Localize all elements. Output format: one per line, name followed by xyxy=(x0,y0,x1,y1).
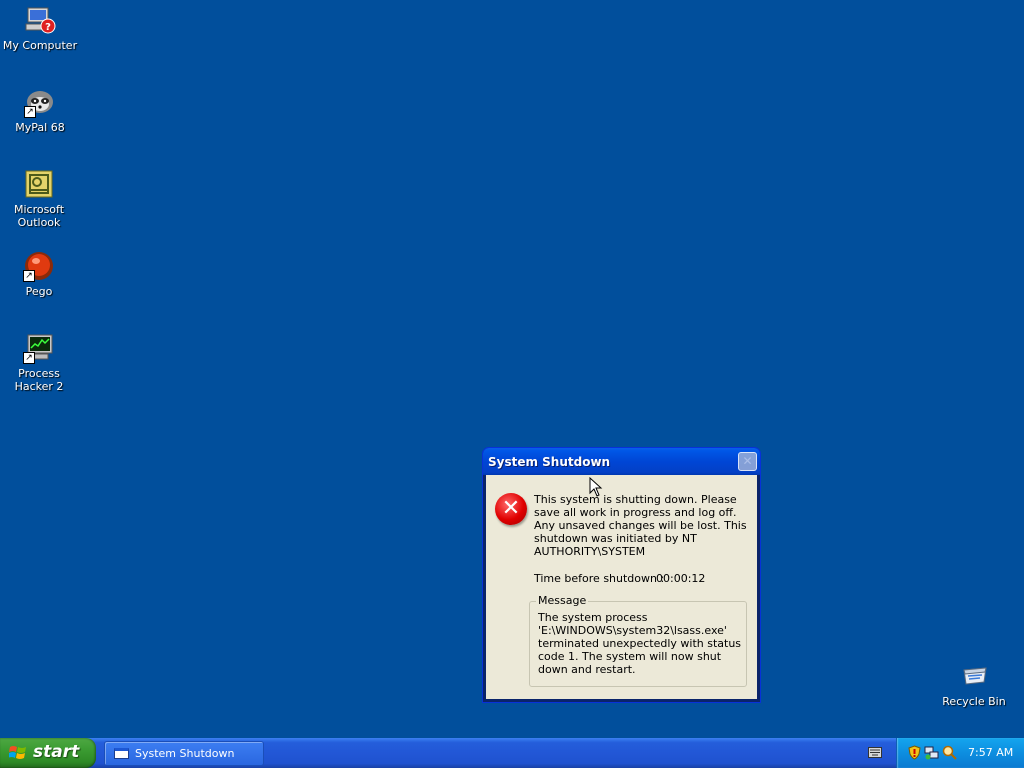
process-hacker-icon: ↗ xyxy=(23,332,55,364)
desktop-icon-mypal[interactable]: ↗ MyPal 68 xyxy=(0,86,80,134)
countdown-timer: 00:00:12 xyxy=(656,572,706,585)
system-shutdown-dialog: System Shutdown ✕ ✕ This system is shutt… xyxy=(482,447,761,703)
clock[interactable]: 7:57 AM xyxy=(968,746,1013,759)
shortcut-arrow-icon: ↗ xyxy=(23,270,35,282)
desktop-icon-outlook[interactable]: Microsoft Outlook xyxy=(0,168,79,229)
shutdown-message: This system is shutting down. Please sav… xyxy=(534,493,747,558)
desktop-icon-label: Process Hacker 2 xyxy=(14,367,64,393)
dialog-body: ✕ This system is shutting down. Please s… xyxy=(486,475,757,699)
desktop-icon-label: Pego xyxy=(25,285,53,298)
desktop-icon-label: Recycle Bin xyxy=(942,695,1006,708)
desktop-icon-pego[interactable]: ↗ Pego xyxy=(0,250,79,298)
desktop-icon-my-computer[interactable]: ? My Computer xyxy=(0,4,80,52)
desktop-icon-recycle-bin[interactable]: Recycle Bin xyxy=(934,660,1014,708)
taskbar-item-system-shutdown[interactable]: System Shutdown xyxy=(104,741,264,766)
start-button[interactable]: start xyxy=(0,738,96,768)
desktop-icon-label: Microsoft Outlook xyxy=(13,203,65,229)
system-tray: 7:57 AM xyxy=(896,738,1024,768)
recycle-bin-icon xyxy=(958,660,990,692)
network-icon[interactable] xyxy=(924,745,939,760)
desktop-icon-process-hacker[interactable]: ↗ Process Hacker 2 xyxy=(0,332,79,393)
shortcut-arrow-icon: ↗ xyxy=(23,352,35,364)
raccoon-icon: ↗ xyxy=(24,86,56,118)
mouse-cursor-icon xyxy=(589,477,603,497)
window-icon xyxy=(114,748,129,759)
message-groupbox: Message The system process 'E:\WINDOWS\s… xyxy=(529,594,747,687)
start-label: start xyxy=(33,742,80,762)
dialog-title: System Shutdown xyxy=(488,455,611,469)
desktop-icon-label: MyPal 68 xyxy=(15,121,65,134)
desktop: ? My Computer ↗ MyPal 68 Microsoft Outlo… xyxy=(0,0,1024,738)
pego-icon: ↗ xyxy=(23,250,55,282)
svg-text:?: ? xyxy=(45,22,51,33)
close-button[interactable]: ✕ xyxy=(738,452,757,471)
time-label: Time before shutdown : xyxy=(534,572,665,585)
keyboard-icon[interactable] xyxy=(868,747,882,758)
taskbar-item-label: System Shutdown xyxy=(135,747,235,760)
error-icon: ✕ xyxy=(495,493,527,525)
dialog-title-bar[interactable]: System Shutdown ✕ xyxy=(483,448,760,475)
computer-icon: ? xyxy=(24,4,56,36)
groupbox-legend: Message xyxy=(536,594,589,607)
shortcut-arrow-icon: ↗ xyxy=(24,106,36,118)
security-shield-icon[interactable] xyxy=(907,745,922,760)
groupbox-message-text: The system process 'E:\WINDOWS\system32\… xyxy=(538,611,742,676)
outlook-icon xyxy=(23,168,55,200)
desktop-icon-label: My Computer xyxy=(2,39,78,52)
windows-logo-icon xyxy=(9,746,26,759)
magnifier-icon[interactable] xyxy=(942,745,957,760)
